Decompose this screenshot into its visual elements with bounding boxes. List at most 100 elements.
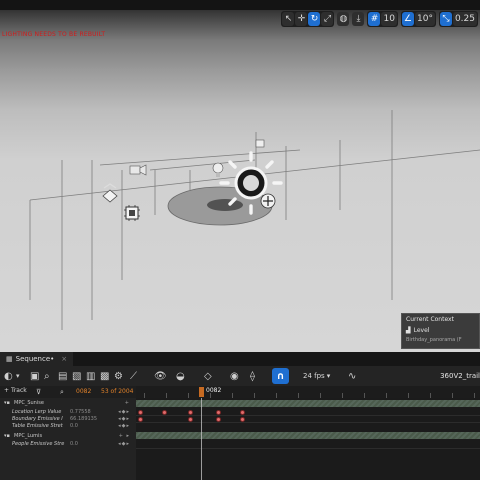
time-ruler[interactable]: 0082 — [136, 386, 480, 398]
folder-icon: ▾▪ — [4, 433, 10, 439]
actions-icon[interactable]: ⚙ — [114, 369, 123, 383]
track-value[interactable]: 66.189135 — [70, 416, 97, 422]
current-frame[interactable]: 0082 — [76, 388, 91, 395]
track-value[interactable]: 0.0 — [70, 423, 78, 429]
track-value[interactable]: 0.77558 — [70, 409, 91, 415]
track-row-folder[interactable]: ▾▪ MPC_Sunise + — [0, 400, 136, 408]
rotation-snap-group: ∠ 10° — [400, 11, 436, 27]
lighting-warning: LIGHTING NEEDS TO BE REBUILT — [2, 31, 106, 38]
camera-icon[interactable]: ▧ — [72, 369, 81, 383]
rotate-mode-icon[interactable]: ↻ — [308, 12, 321, 26]
plus-icon: + — [4, 387, 10, 394]
transform-mode-group: ↖ ✛ ↻ ⤢ — [281, 11, 335, 27]
add-track-label: Track — [11, 387, 27, 394]
sequencer-subheader: + Track ⊽ ⌕ 0082 53 of 2004 0082 — [0, 386, 480, 398]
track-divider — [136, 415, 480, 416]
track-add-icon[interactable]: + ▸ — [119, 433, 130, 439]
playhead-handle[interactable] — [199, 387, 204, 397]
sequencer-tab-icon: ▦ — [6, 355, 13, 363]
scale-snap-value[interactable]: 0.25 — [452, 12, 477, 26]
auto-key-icon[interactable]: ◉ — [230, 369, 239, 383]
fps-selector[interactable]: 24 fps ▾ — [303, 369, 330, 383]
add-track-button[interactable]: + Track — [4, 387, 27, 394]
save-icon[interactable]: ▣ — [30, 369, 39, 383]
track-row-folder[interactable]: ▾▪ MPC_Lumis + ▸ — [0, 433, 136, 441]
keyframe[interactable] — [188, 417, 193, 422]
scale-mode-icon[interactable]: ⤢ — [321, 12, 334, 26]
track-value[interactable]: 0.0 — [70, 441, 78, 447]
track-name: Boundary Emissive I — [12, 416, 63, 422]
keyframe[interactable] — [138, 410, 143, 415]
playback-options-icon[interactable]: ◒ — [176, 369, 185, 383]
surface-snap-icon[interactable]: ⤓ — [352, 12, 365, 26]
find-icon[interactable]: ⌕ — [44, 369, 50, 383]
sequence-name[interactable]: 360V2_trail — [440, 369, 480, 383]
fps-value: 24 fps — [303, 372, 325, 380]
grid-snap-icon[interactable]: # — [368, 12, 381, 26]
track-section-bar[interactable] — [136, 432, 480, 439]
world-dropdown-icon[interactable]: ▾ — [16, 369, 20, 383]
sequencer-tab-label: Sequence• — [15, 355, 55, 363]
keyframe[interactable] — [216, 410, 221, 415]
clapper-icon[interactable]: ▥ — [86, 369, 95, 383]
search-icon[interactable]: ⌕ — [60, 386, 64, 398]
playhead-label: 0082 — [206, 387, 222, 394]
track-name: Location Lerp Value — [12, 409, 62, 415]
context-level-label: Level — [413, 327, 430, 334]
scale-snap-icon[interactable]: ⤡ — [439, 12, 452, 26]
frame-counter: 53 of 2004 — [101, 388, 134, 395]
world-local-icon[interactable]: ◍ — [337, 12, 350, 26]
snap-toggle-button[interactable]: ∩ — [272, 368, 289, 384]
sequencer-tab-bar: ▦ Sequence• × — [0, 352, 480, 366]
track-row[interactable]: People Emissive Stre 0.0 ◂◆▸ — [0, 441, 136, 449]
world-icon[interactable]: ◐ — [4, 369, 13, 383]
track-section-bar[interactable] — [136, 400, 480, 407]
light-bulb-icon — [212, 162, 224, 177]
key-nav-icon[interactable]: ◂◆▸ — [118, 416, 130, 422]
context-level-file: Birthday_panorama (F — [406, 337, 462, 343]
context-level-row[interactable]: ▟ Level — [406, 327, 475, 334]
chevron-down-icon: ▾ — [326, 372, 331, 380]
translate-mode-icon[interactable]: ✛ — [295, 12, 308, 26]
tab-sequence[interactable]: ▦ Sequence• × — [0, 352, 74, 366]
keyframe-icon[interactable]: ◇ — [204, 369, 212, 383]
scene-geometry — [29, 110, 480, 330]
keyframe[interactable] — [162, 410, 167, 415]
key-nav-icon[interactable]: ◂◆▸ — [118, 409, 130, 415]
key-nav-icon[interactable]: ◂◆▸ — [118, 423, 130, 429]
chip-actor-icon — [124, 205, 140, 221]
level-icon: ▟ — [406, 327, 411, 334]
view-options-icon[interactable]: 👁 — [154, 369, 167, 383]
keyframe[interactable] — [188, 410, 193, 415]
render-movie-icon[interactable]: ▤ — [58, 369, 67, 383]
curve-editor-icon[interactable]: ⟠ — [250, 369, 255, 383]
track-name: MPC_Lumis — [14, 433, 43, 439]
film-icon[interactable]: ▩ — [100, 369, 109, 383]
keyframe[interactable] — [240, 417, 245, 422]
unreal-editor: LIGHTING NEEDS TO BE REBUILT ↖ ✛ ↻ ⤢ ◍ ⤓… — [0, 0, 480, 480]
key-nav-icon[interactable]: ◂◆▸ — [118, 441, 130, 447]
key-property-icon[interactable]: ⟋ — [130, 369, 137, 383]
sequencer-toolbar: ◐ ▾ ▣ ⌕ ▤ ▧ ▥ ▩ ⚙ ⟋ 👁 ◒ ◇ ◉ ⟠ ∩ 24 fps ▾… — [0, 366, 480, 387]
rotation-snap-icon[interactable]: ∠ — [401, 12, 414, 26]
tangent-icon[interactable]: ∿ — [348, 369, 356, 383]
track-area[interactable] — [136, 398, 480, 480]
track-outliner: ▾▪ MPC_Sunise + Location Lerp Value 0.77… — [0, 398, 136, 480]
track-name: People Emissive Stre — [12, 441, 65, 447]
track-row[interactable]: Table Emissive Stret 0.0 ◂◆▸ — [0, 423, 136, 431]
scale-snap-group: ⤡ 0.25 — [438, 11, 478, 27]
track-add-icon[interactable]: + — [125, 400, 130, 406]
close-icon[interactable]: × — [61, 355, 67, 363]
keyframe[interactable] — [216, 417, 221, 422]
level-viewport[interactable]: LIGHTING NEEDS TO BE REBUILT ↖ ✛ ↻ ⤢ ◍ ⤓… — [0, 0, 480, 352]
filter-icon[interactable]: ⊽ — [36, 386, 41, 398]
select-mode-icon[interactable]: ↖ — [282, 12, 295, 26]
context-title: Current Context — [406, 316, 454, 323]
keyframe[interactable] — [240, 410, 245, 415]
playhead-line — [201, 398, 202, 480]
track-name: Table Emissive Stret — [12, 423, 63, 429]
rotation-snap-value[interactable]: 10° — [415, 12, 435, 26]
grid-snap-group: # 10 — [367, 11, 398, 27]
keyframe[interactable] — [138, 417, 143, 422]
grid-snap-value[interactable]: 10 — [381, 12, 397, 26]
